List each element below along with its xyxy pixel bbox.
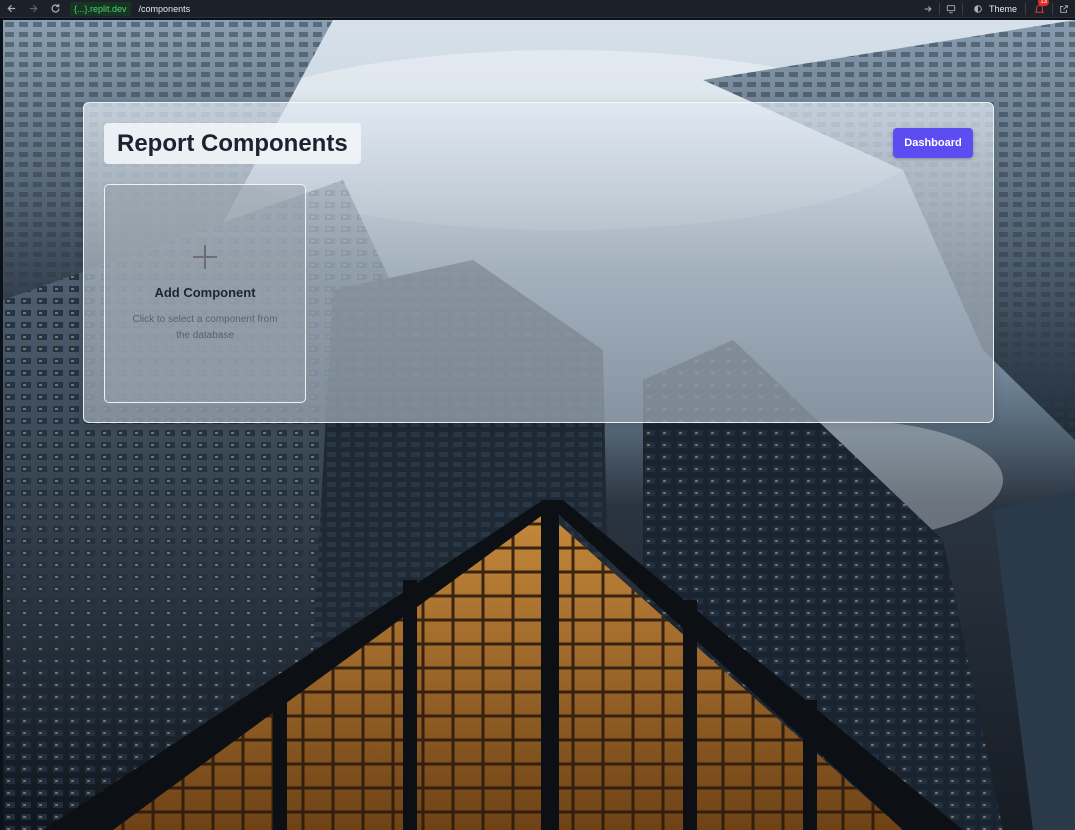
page-title-container: Report Components <box>104 123 361 164</box>
url-host: {...}.replit.dev <box>70 1 131 16</box>
theme-label: Theme <box>988 4 1017 14</box>
report-components-panel: Report Components Dashboard Add Componen… <box>83 102 994 423</box>
notification-badge: 13 <box>1038 0 1049 6</box>
notification-icon[interactable]: 13 <box>1030 0 1049 17</box>
plus-icon <box>193 245 217 269</box>
url-path: /components <box>138 3 191 14</box>
page-title: Report Components <box>117 129 348 157</box>
theme-icon <box>971 2 985 16</box>
address-bar[interactable]: {...}.replit.dev /components <box>70 0 190 18</box>
monitor-icon[interactable] <box>944 2 958 16</box>
add-component-subtitle: Click to select a component from the dat… <box>132 314 278 341</box>
back-arrow-icon[interactable] <box>0 0 22 18</box>
add-component-card[interactable]: Add Component Click to select a componen… <box>104 184 306 403</box>
external-link-icon[interactable] <box>1057 2 1071 16</box>
theme-button[interactable]: Theme <box>967 2 1021 16</box>
go-arrow-icon[interactable] <box>921 2 935 16</box>
browser-toolbar: {...}.replit.dev /components Theme 13 <box>0 0 1075 18</box>
add-component-title: Add Component <box>154 285 256 300</box>
reload-icon[interactable] <box>44 0 66 18</box>
dashboard-button[interactable]: Dashboard <box>893 128 973 158</box>
forward-arrow-icon[interactable] <box>22 0 44 18</box>
